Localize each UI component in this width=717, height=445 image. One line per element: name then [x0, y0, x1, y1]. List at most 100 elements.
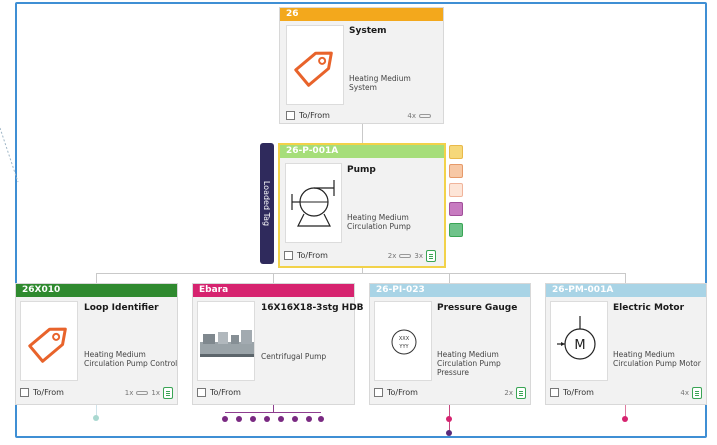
- system-card[interactable]: 26 System Heating Medium System To/From …: [279, 7, 444, 124]
- ebara-description: Centrifugal Pump: [261, 352, 327, 361]
- ebara-title: 16X16X18-3stg HDB: [261, 303, 364, 313]
- electric-motor-to-from[interactable]: To/From: [550, 388, 594, 397]
- pump-tag: 26-P-001A: [280, 145, 444, 158]
- connector-child-3: [449, 273, 450, 283]
- pump-to-from-checkbox[interactable]: [284, 251, 293, 260]
- loop-identifier-to-from-checkbox[interactable]: [20, 388, 29, 397]
- electric-motor-title: Electric Motor: [613, 303, 685, 313]
- system-links-count: 4x: [407, 112, 416, 120]
- ebara-to-from[interactable]: To/From: [197, 388, 241, 397]
- document-button[interactable]: [449, 223, 463, 237]
- connector-child-4: [625, 273, 626, 283]
- document-icon: [516, 387, 526, 399]
- loaded-tag-banner: Loaded Tag: [260, 143, 274, 264]
- gauge-symbol-top: XXX: [399, 336, 410, 342]
- loop-identifier-links-count: 1x: [124, 389, 134, 397]
- system-tag: 26: [280, 8, 443, 21]
- link-icon: [136, 391, 149, 395]
- loop-identifier-thumbnail: [20, 301, 78, 381]
- motor-symbol-letter: M: [574, 338, 585, 353]
- tag-icon: [294, 51, 333, 87]
- ebara-to-from-label: To/From: [210, 388, 241, 397]
- equipment-photo: [200, 330, 254, 357]
- ebara-bus: [225, 412, 321, 413]
- electric-motor-description: Heating Medium Circulation Pump Motor: [613, 350, 701, 368]
- electric-motor-to-from-label: To/From: [563, 388, 594, 397]
- gauge-symbol-icon: XXX YYY: [391, 329, 417, 355]
- connector-child-2: [273, 273, 274, 283]
- pressure-gauge-to-from[interactable]: To/From: [374, 388, 418, 397]
- loop-node-dot[interactable]: [93, 415, 99, 421]
- ebara-node-dot[interactable]: [318, 416, 324, 422]
- pump-to-from-label: To/From: [297, 251, 328, 260]
- pump-links-count: 2x: [387, 252, 397, 260]
- loop-identifier-links[interactable]: 1x 1x: [125, 387, 173, 399]
- pressure-gauge-tag: 26-PI-023: [370, 284, 530, 297]
- ebara-node-dot[interactable]: [236, 416, 242, 422]
- locate-button[interactable]: [449, 164, 463, 178]
- pump-symbol-icon: [291, 180, 335, 227]
- document-icon: [426, 250, 436, 262]
- pump-docs-count: 3x: [414, 252, 423, 260]
- pump-card[interactable]: 26-P-001A Pump Heating Medium Circulatio…: [278, 143, 446, 268]
- ebara-card[interactable]: Ebara 16X16X18-3stg HDB Centrifugal Pump…: [192, 283, 364, 405]
- gauge-node-dot[interactable]: [446, 430, 452, 436]
- loop-identifier-docs-count: 1x: [151, 389, 160, 397]
- ebara-node-dot[interactable]: [222, 416, 228, 422]
- link-icon: [399, 254, 412, 258]
- pressure-gauge-card[interactable]: 26-PI-023 XXX YYY Pressure Gauge Heating…: [369, 283, 531, 405]
- system-links[interactable]: 4x: [407, 112, 431, 120]
- electric-motor-tag: 26-PM-001A: [546, 284, 706, 297]
- system-thumbnail: [286, 25, 344, 105]
- ebara-node-dot[interactable]: [278, 416, 284, 422]
- system-to-from[interactable]: To/From: [286, 111, 330, 120]
- electric-motor-links[interactable]: 4x: [680, 387, 702, 399]
- pressure-gauge-thumbnail: XXX YYY: [374, 301, 432, 381]
- link-icon: [419, 114, 431, 118]
- loaded-tag-label: Loaded Tag: [262, 180, 272, 227]
- ebara-node-dot[interactable]: [250, 416, 256, 422]
- tag-button[interactable]: [449, 183, 463, 197]
- electric-motor-card[interactable]: 26-PM-001A M Electric Motor Heating Medi…: [545, 283, 707, 405]
- pump-links[interactable]: 2x 3x: [388, 250, 436, 262]
- ebara-to-from-checkbox[interactable]: [197, 388, 206, 397]
- motor-node-dot[interactable]: [622, 416, 628, 422]
- electric-motor-to-from-checkbox[interactable]: [550, 388, 559, 397]
- motor-symbol-icon: M: [557, 316, 596, 360]
- pressure-gauge-docs-count: 2x: [504, 389, 513, 397]
- loop-identifier-to-from[interactable]: To/From: [20, 388, 64, 397]
- external-connector: [0, 127, 19, 183]
- pressure-gauge-to-from-label: To/From: [387, 388, 418, 397]
- ebara-thumbnail: [197, 301, 255, 381]
- system-description: Heating Medium System: [349, 74, 411, 92]
- pressure-gauge-links[interactable]: 2x: [504, 387, 526, 399]
- ebara-node-dot[interactable]: [264, 416, 270, 422]
- system-to-from-label: To/From: [299, 111, 330, 120]
- ebara-tag: Ebara: [193, 284, 354, 297]
- pressure-gauge-title: Pressure Gauge: [437, 303, 518, 313]
- ebara-node-dot[interactable]: [292, 416, 298, 422]
- pump-thumbnail: [285, 163, 342, 243]
- loop-identifier-tag: 26X010: [16, 284, 177, 297]
- system-title: System: [349, 26, 387, 36]
- system-to-from-checkbox[interactable]: [286, 111, 295, 120]
- pressure-gauge-to-from-checkbox[interactable]: [374, 388, 383, 397]
- document-icon: [163, 387, 173, 399]
- document-icon: [692, 387, 702, 399]
- gauge-node-dot[interactable]: [446, 416, 452, 422]
- pump-description: Heating Medium Circulation Pump: [347, 213, 411, 231]
- highlight-button[interactable]: [449, 145, 463, 159]
- gauge-symbol-bottom: YYY: [398, 344, 409, 350]
- hierarchy-button[interactable]: [449, 202, 463, 216]
- connector-system-pump: [362, 124, 363, 143]
- pump-to-from[interactable]: To/From: [284, 251, 328, 260]
- loop-identifier-title: Loop Identifier: [84, 303, 159, 313]
- ebara-node-dot[interactable]: [306, 416, 312, 422]
- electric-motor-thumbnail: M: [550, 301, 608, 381]
- loop-identifier-card[interactable]: 26X010 Loop Identifier Heating Medium Ci…: [15, 283, 178, 405]
- pressure-gauge-description: Heating Medium Circulation Pump Pressure: [437, 350, 501, 377]
- tag-icon: [28, 327, 67, 363]
- connector-bus: [96, 273, 626, 274]
- loop-identifier-description: Heating Medium Circulation Pump Control: [84, 350, 178, 368]
- loop-identifier-to-from-label: To/From: [33, 388, 64, 397]
